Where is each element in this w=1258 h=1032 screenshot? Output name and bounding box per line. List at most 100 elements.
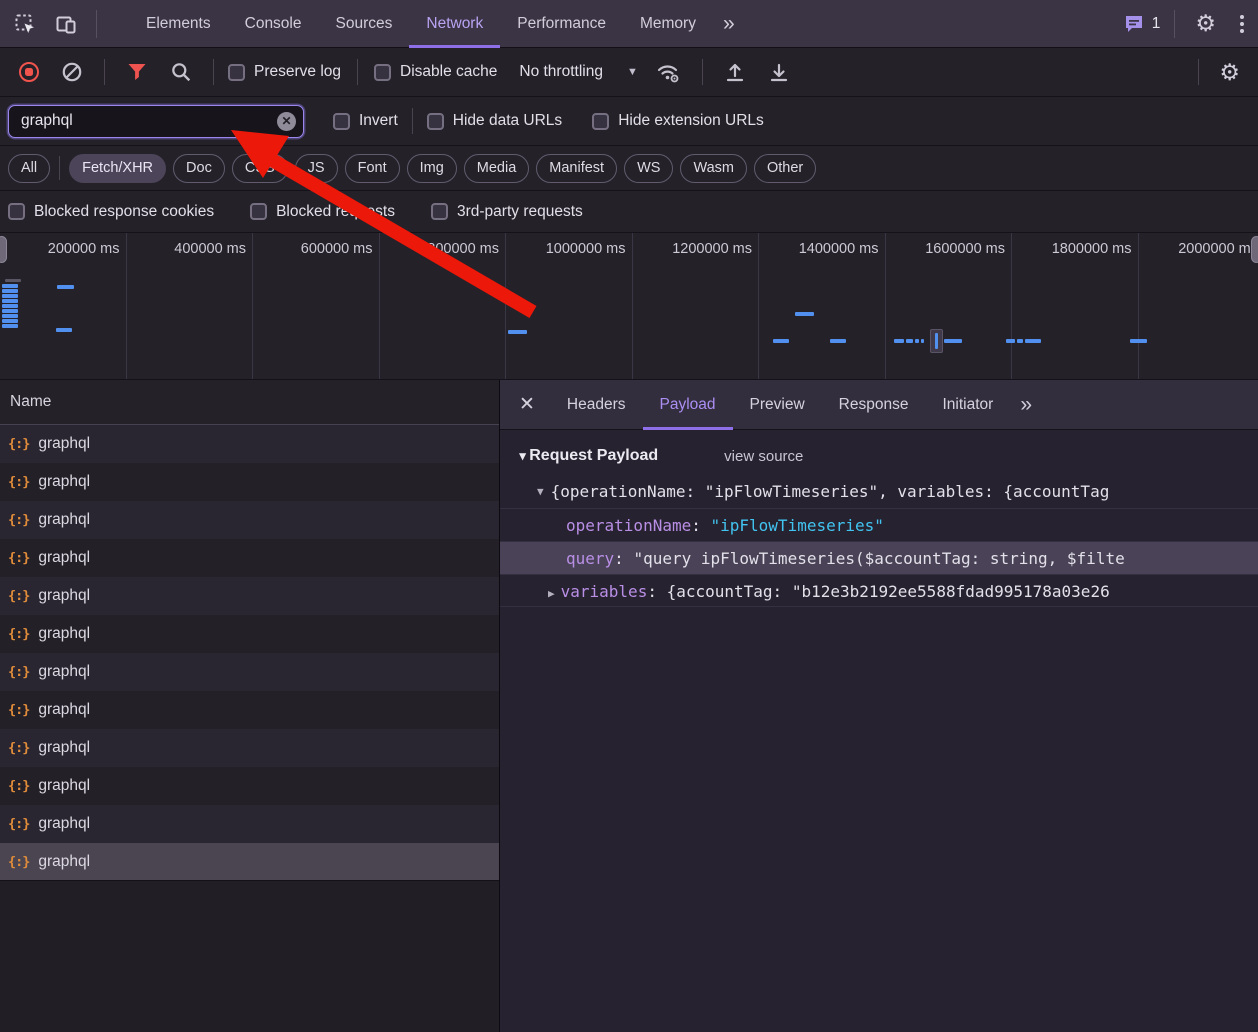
clear-filter-icon[interactable]: ✕ (277, 112, 296, 131)
tab-elements[interactable]: Elements (129, 0, 228, 48)
type-filter-font[interactable]: Font (345, 154, 400, 183)
preserve-log-checkbox[interactable]: Preserve log (228, 63, 341, 81)
tab-payload[interactable]: Payload (643, 380, 733, 430)
type-filter-media[interactable]: Media (464, 154, 530, 183)
settings-gear-icon[interactable]: ⚙ (1185, 10, 1226, 37)
checkbox-box (8, 203, 25, 220)
type-filter-fetch-xhr[interactable]: Fetch/XHR (69, 154, 166, 183)
hide-extension-urls-checkbox[interactable]: Hide extension URLs (592, 112, 764, 130)
tab-console[interactable]: Console (228, 0, 319, 48)
type-filter-wasm[interactable]: Wasm (680, 154, 747, 183)
request-bar (830, 339, 846, 343)
clear-icon (61, 61, 83, 83)
device-toolbar-button[interactable] (46, 12, 86, 36)
issues-counter[interactable]: 1 (1123, 13, 1161, 35)
table-row-request[interactable]: {:}graphql (0, 615, 499, 653)
payload-summary-row[interactable]: ▼ {operationName: "ipFlowTimeseries", va… (500, 474, 1258, 508)
name-column-header[interactable]: Name (0, 380, 499, 425)
search-button[interactable] (159, 61, 203, 83)
type-filter-manifest[interactable]: Manifest (536, 154, 617, 183)
tab-sources[interactable]: Sources (319, 0, 410, 48)
more-panels-icon[interactable]: » (713, 12, 743, 36)
table-row-request[interactable]: {:}graphql (0, 805, 499, 843)
table-row-request[interactable]: {:}graphql (0, 691, 499, 729)
filter-toggle-button[interactable] (115, 61, 159, 83)
3rd-party-requests-checkbox[interactable]: 3rd-party requests (431, 203, 583, 221)
table-row-request[interactable]: {:}graphql (0, 767, 499, 805)
hide-data-urls-label: Hide data URLs (453, 112, 562, 130)
table-row-request[interactable]: {:}graphql (0, 729, 499, 767)
json-resource-icon: {:} (8, 702, 29, 718)
type-filter-doc[interactable]: Doc (173, 154, 225, 183)
table-row-request[interactable]: {:}graphql (0, 577, 499, 615)
timeline-column: 1600000 ms (886, 233, 1013, 379)
export-har-button[interactable] (757, 61, 801, 83)
overview-grip-right[interactable] (1251, 236, 1258, 263)
throttling-dropdown[interactable]: No throttling ▼ (519, 63, 637, 81)
tab-performance[interactable]: Performance (500, 0, 623, 48)
filter-input[interactable] (19, 111, 277, 131)
blocked-requests-label: Blocked requests (276, 203, 395, 221)
tab-response[interactable]: Response (822, 380, 926, 430)
request-payload-section[interactable]: ▼ Request Payload view source (500, 438, 1258, 474)
type-filter-all[interactable]: All (8, 154, 50, 183)
request-bar (1006, 339, 1015, 343)
more-details-tabs-icon[interactable]: » (1010, 393, 1040, 417)
payload-property-query[interactable]: query: "query ipFlowTimeseries($accountT… (500, 541, 1258, 574)
close-details-icon[interactable]: ✕ (500, 393, 550, 416)
tab-initiator[interactable]: Initiator (925, 380, 1010, 430)
type-filter-other[interactable]: Other (754, 154, 816, 183)
hide-data-urls-checkbox[interactable]: Hide data URLs (427, 112, 562, 130)
tab-headers[interactable]: Headers (550, 380, 643, 430)
tab-network[interactable]: Network (409, 0, 500, 48)
request-bar (2, 294, 18, 298)
record-network-log-button[interactable] (8, 62, 50, 82)
table-row-request[interactable]: {:}graphql (0, 843, 499, 881)
network-overview-timeline[interactable]: 200000 ms400000 ms600000 ms800000 ms1000… (0, 233, 1258, 380)
json-resource-icon: {:} (8, 512, 29, 528)
table-row-request[interactable]: {:}graphql (0, 463, 499, 501)
resource-type-filters: All Fetch/XHRDocCSSJSFontImgMediaManifest… (0, 146, 1258, 191)
table-row-request[interactable]: {:}graphql (0, 539, 499, 577)
kebab-menu-icon[interactable] (1226, 15, 1258, 33)
timeline-column: 1800000 ms (1012, 233, 1139, 379)
payload-property-variables[interactable]: ▶variables: {accountTag: "b12e3b2192ee55… (500, 574, 1258, 607)
checkbox-box (250, 203, 267, 220)
request-name: graphql (38, 549, 90, 567)
import-har-button[interactable] (713, 61, 757, 83)
tab-preview[interactable]: Preview (733, 380, 822, 430)
clear-network-log-button[interactable] (50, 61, 94, 83)
invert-checkbox[interactable]: Invert (333, 112, 398, 130)
blocked-response-cookies-checkbox[interactable]: Blocked response cookies (8, 203, 214, 221)
network-toolbar: Preserve log Disable cache No throttling… (0, 48, 1258, 97)
network-conditions-button[interactable] (644, 60, 692, 84)
toolbar-divider (1174, 10, 1175, 38)
tab-memory[interactable]: Memory (623, 0, 713, 48)
download-icon (768, 61, 790, 83)
table-row-request[interactable]: {:}graphql (0, 425, 499, 463)
network-settings-gear-icon[interactable]: ⚙ (1209, 59, 1250, 86)
disable-cache-checkbox[interactable]: Disable cache (374, 63, 497, 81)
table-row-request[interactable]: {:}graphql (0, 653, 499, 691)
payload-property-operationname[interactable]: operationName: "ipFlowTimeseries" (500, 508, 1258, 541)
inspect-element-button[interactable] (0, 12, 46, 36)
table-row-request[interactable]: {:}graphql (0, 501, 499, 539)
wifi-gear-icon (655, 60, 681, 84)
timeline-tick-label: 1000000 ms (546, 241, 626, 257)
throttling-value: No throttling (519, 63, 603, 81)
type-filter-ws[interactable]: WS (624, 154, 673, 183)
timeline-tick-label: 2000000 ms (1178, 241, 1258, 257)
blocked-requests-checkbox[interactable]: Blocked requests (250, 203, 395, 221)
type-filter-img[interactable]: Img (407, 154, 457, 183)
type-filter-css[interactable]: CSS (232, 154, 288, 183)
overview-grip-left[interactable] (0, 236, 7, 263)
request-bar (56, 328, 72, 332)
timeline-tick-label: 1800000 ms (1052, 241, 1132, 257)
view-source-link[interactable]: view source (724, 448, 803, 465)
timeline-tick-label: 1200000 ms (672, 241, 752, 257)
request-name: graphql (38, 815, 90, 833)
timeline-column: 1400000 ms (759, 233, 886, 379)
timeline-tick-label: 800000 ms (427, 241, 499, 257)
timeline-column: 600000 ms (253, 233, 380, 379)
type-filter-js[interactable]: JS (295, 154, 338, 183)
